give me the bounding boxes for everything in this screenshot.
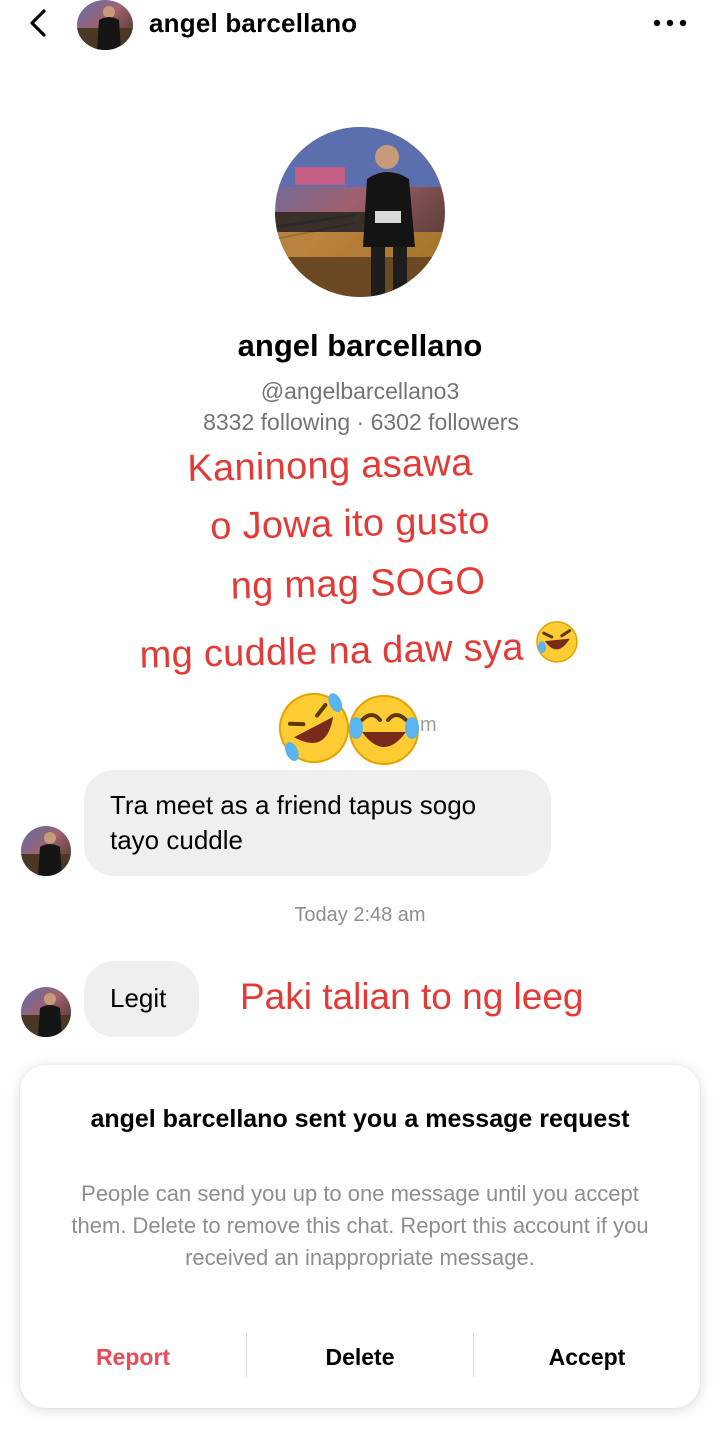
avatar[interactable] [21, 826, 71, 876]
message-bubble[interactable]: Legit [84, 961, 199, 1037]
overlay-caption-line: o Jowa ito gusto [209, 500, 491, 548]
overlay-caption-line: Kaninong asawa [186, 442, 473, 490]
message-bubble[interactable]: Tra meet as a friend tapus sogo tayo cud… [84, 770, 551, 876]
avatar[interactable] [21, 987, 71, 1037]
overlay-caption-text: mg cuddle na daw sya [139, 626, 525, 677]
header-username[interactable]: angel barcellano [149, 8, 357, 39]
overlay-caption-line: mg cuddle na daw sya [0, 615, 720, 680]
report-button[interactable]: Report [20, 1333, 246, 1381]
profile-photo [21, 826, 71, 876]
more-horizontal-icon [653, 19, 687, 27]
message-timestamp: Today 2:48 am [294, 904, 426, 926]
profile-photo [275, 127, 445, 297]
profile-photo [21, 987, 71, 1037]
accept-button[interactable]: Accept [474, 1333, 700, 1381]
request-title: angel barcellano sent you a message requ… [90, 1105, 630, 1133]
chevron-left-icon [30, 9, 46, 37]
profile-name: angel barcellano [237, 328, 483, 363]
message-request-sheet: angel barcellano sent you a message requ… [20, 1065, 700, 1408]
profile-photo [77, 0, 133, 50]
avatar[interactable] [77, 0, 133, 50]
profile-handle: @angelbarcellano3 [260, 378, 460, 404]
overlay-fragment: m [420, 714, 437, 736]
more-button[interactable] [648, 10, 692, 36]
back-button[interactable] [22, 6, 56, 40]
chat-header: angel barcellano [0, 0, 720, 52]
profile-stats: 8332 following · 6302 followers [203, 409, 519, 435]
message-text: Tra meet as a friend tapus sogo tayo cud… [110, 790, 477, 855]
overlay-caption-line: ng mag SOGO [230, 560, 486, 608]
message-text: Legit [110, 983, 167, 1013]
delete-button[interactable]: Delete [247, 1333, 473, 1381]
request-description: People can send you up to one message un… [71, 1181, 649, 1270]
profile-avatar[interactable] [275, 127, 445, 297]
request-actions: Report Delete Accept [20, 1333, 700, 1381]
rofl-emoji-icon [536, 621, 579, 663]
overlay-caption: Paki talian to ng leeg [240, 976, 584, 1017]
